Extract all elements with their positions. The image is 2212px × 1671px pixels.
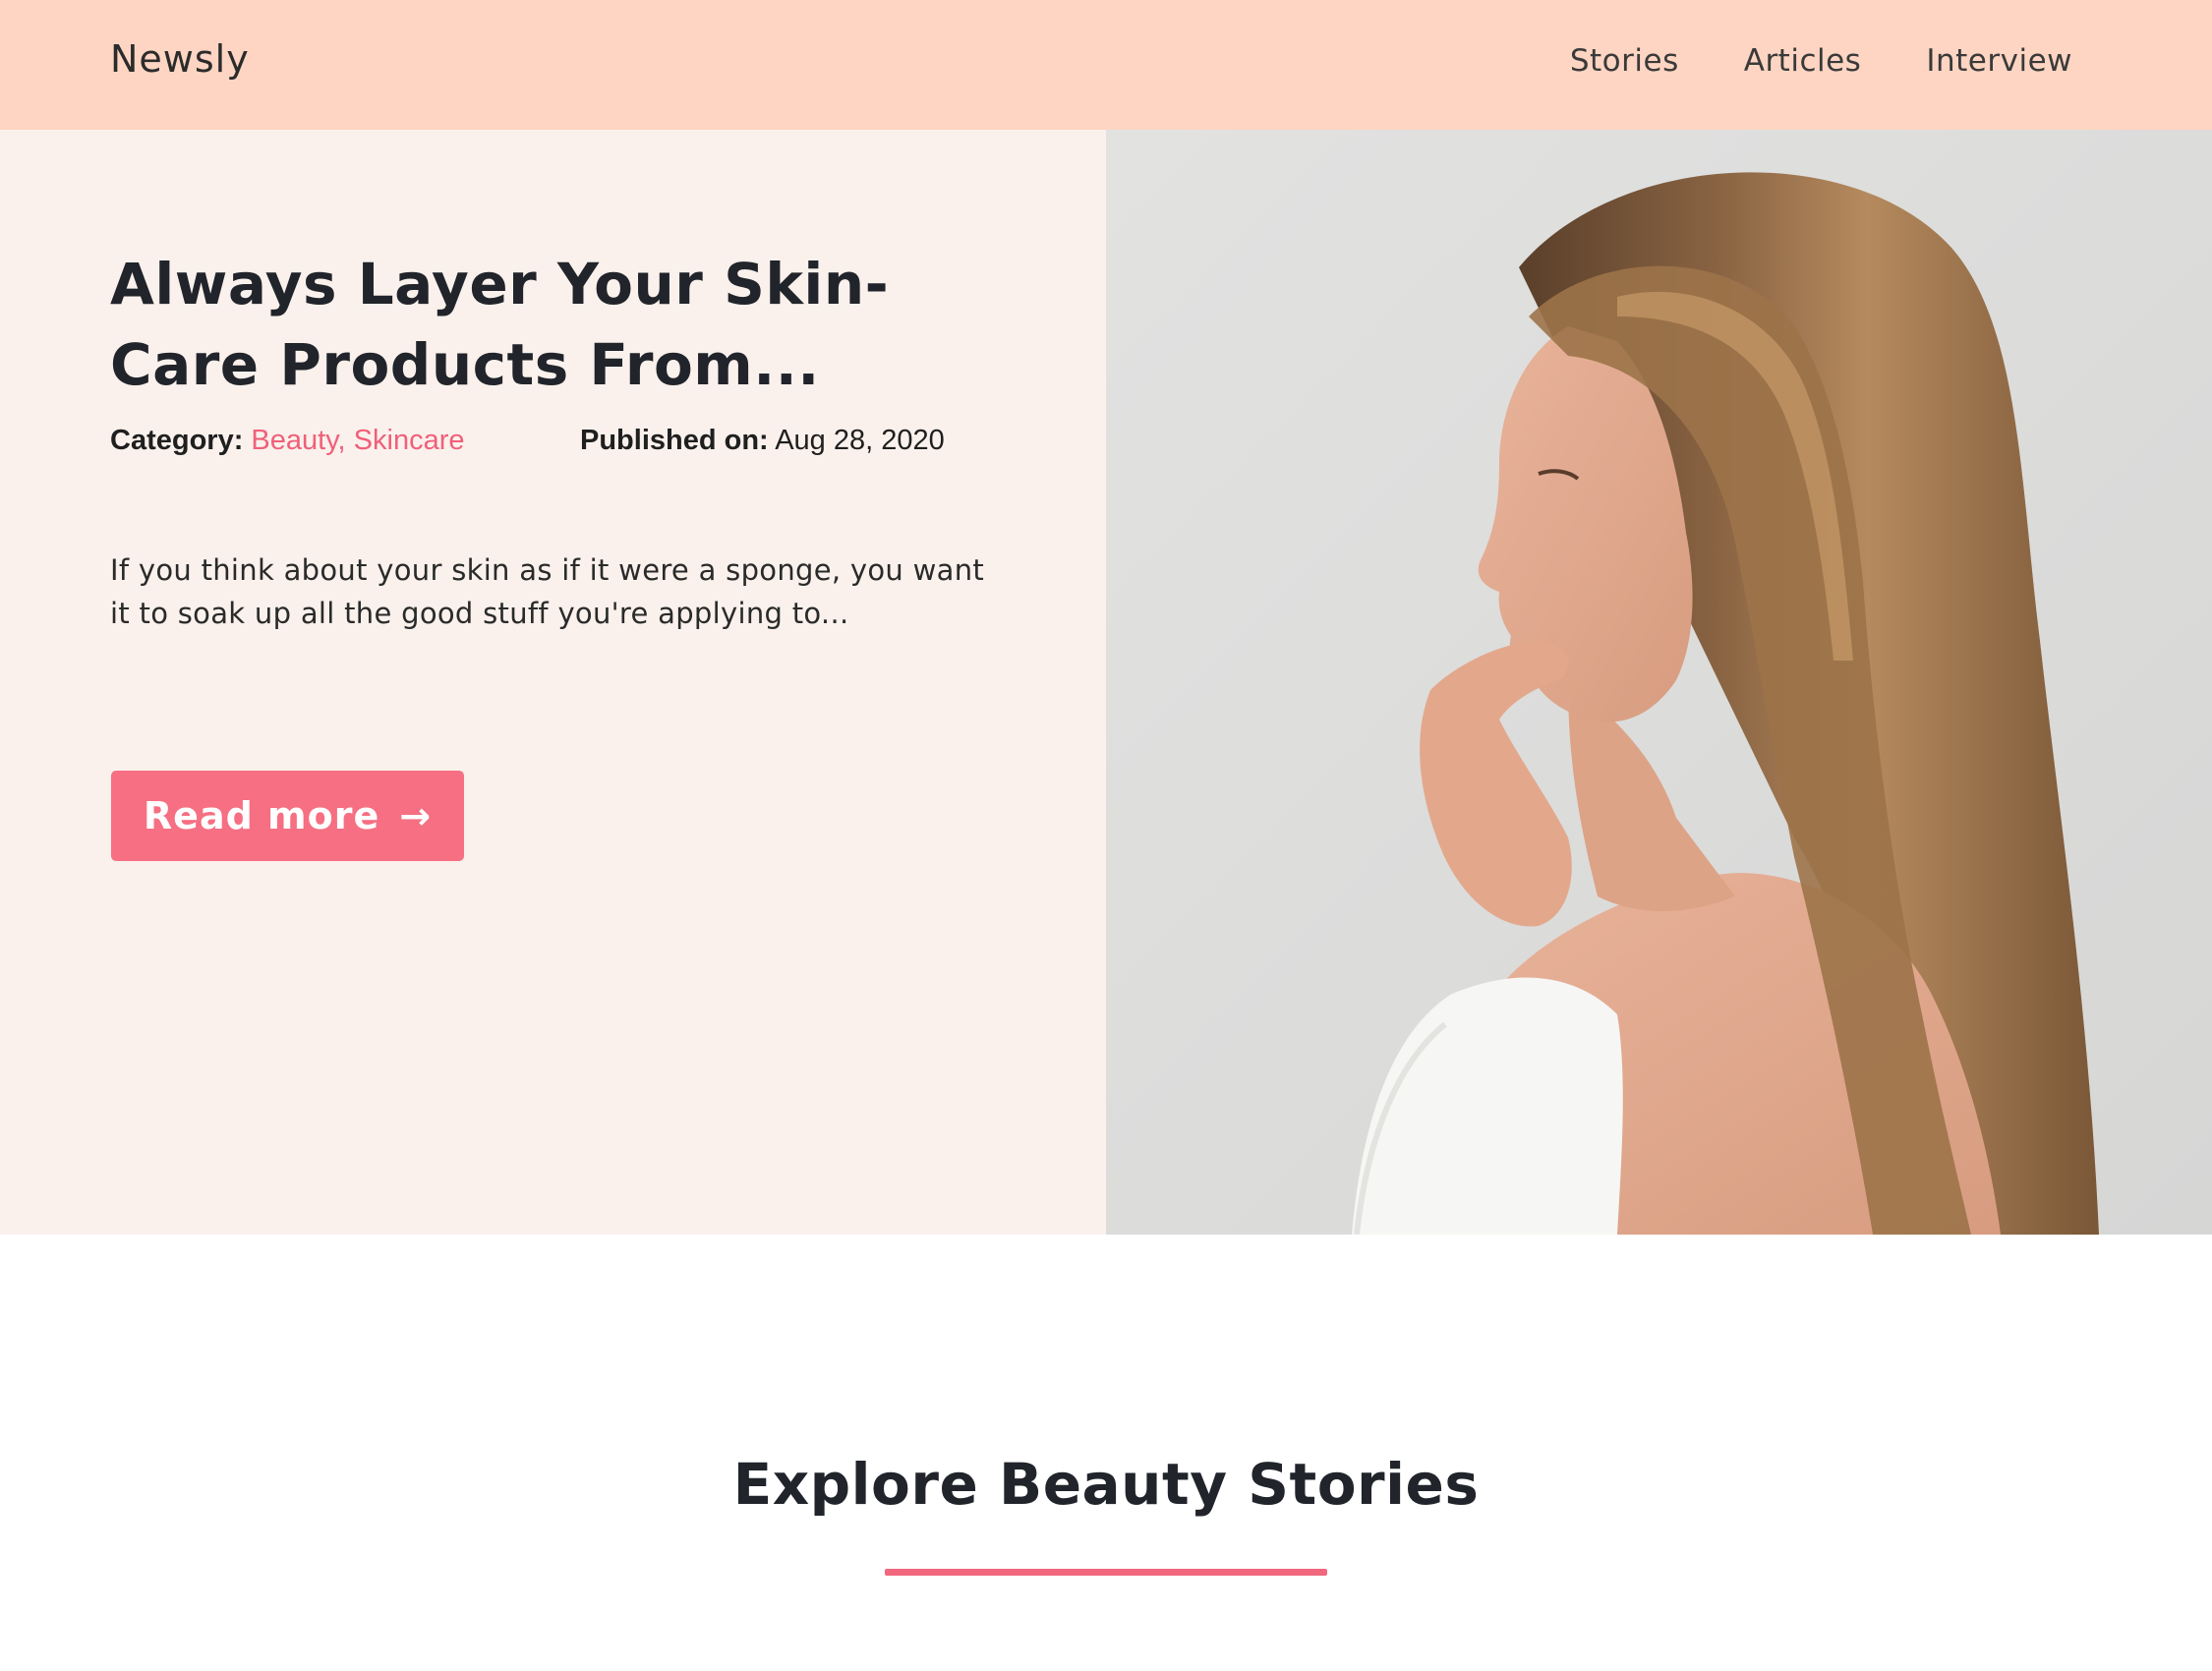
- hero-image: [1106, 130, 2212, 1235]
- read-more-button[interactable]: Read more →: [111, 771, 464, 861]
- category-links[interactable]: Beauty, Skincare: [251, 425, 464, 456]
- article-excerpt: If you think about your skin as if it we…: [110, 553, 985, 630]
- hero-section: Always Layer Your Skin-Care Products Fro…: [0, 130, 2212, 1235]
- section-title: Explore Beauty Stories: [732, 1451, 1480, 1518]
- article-title[interactable]: Always Layer Your Skin-Care Products Fro…: [110, 244, 995, 405]
- section-underline: [885, 1569, 1327, 1576]
- published-date: Aug 28, 2020: [775, 425, 945, 456]
- hero-content: Always Layer Your Skin-Care Products Fro…: [0, 130, 1106, 1235]
- brand-logo[interactable]: Newsly: [110, 37, 250, 81]
- read-more-label: Read more: [143, 794, 380, 837]
- article-published: Published on: Aug 28, 2020: [580, 425, 945, 457]
- nav-item-articles[interactable]: Articles: [1744, 43, 1862, 79]
- nav-item-interview[interactable]: Interview: [1926, 43, 2072, 79]
- published-label: Published on:: [580, 425, 769, 456]
- nav-item-stories[interactable]: Stories: [1570, 43, 1679, 79]
- arrow-right-icon: →: [399, 794, 433, 837]
- site-header: Newsly Stories Articles Interview: [0, 0, 2212, 130]
- category-label: Category:: [110, 425, 244, 456]
- article-category: Category: Beauty, Skincare: [110, 425, 465, 457]
- main-nav: Stories Articles Interview: [1570, 43, 2072, 79]
